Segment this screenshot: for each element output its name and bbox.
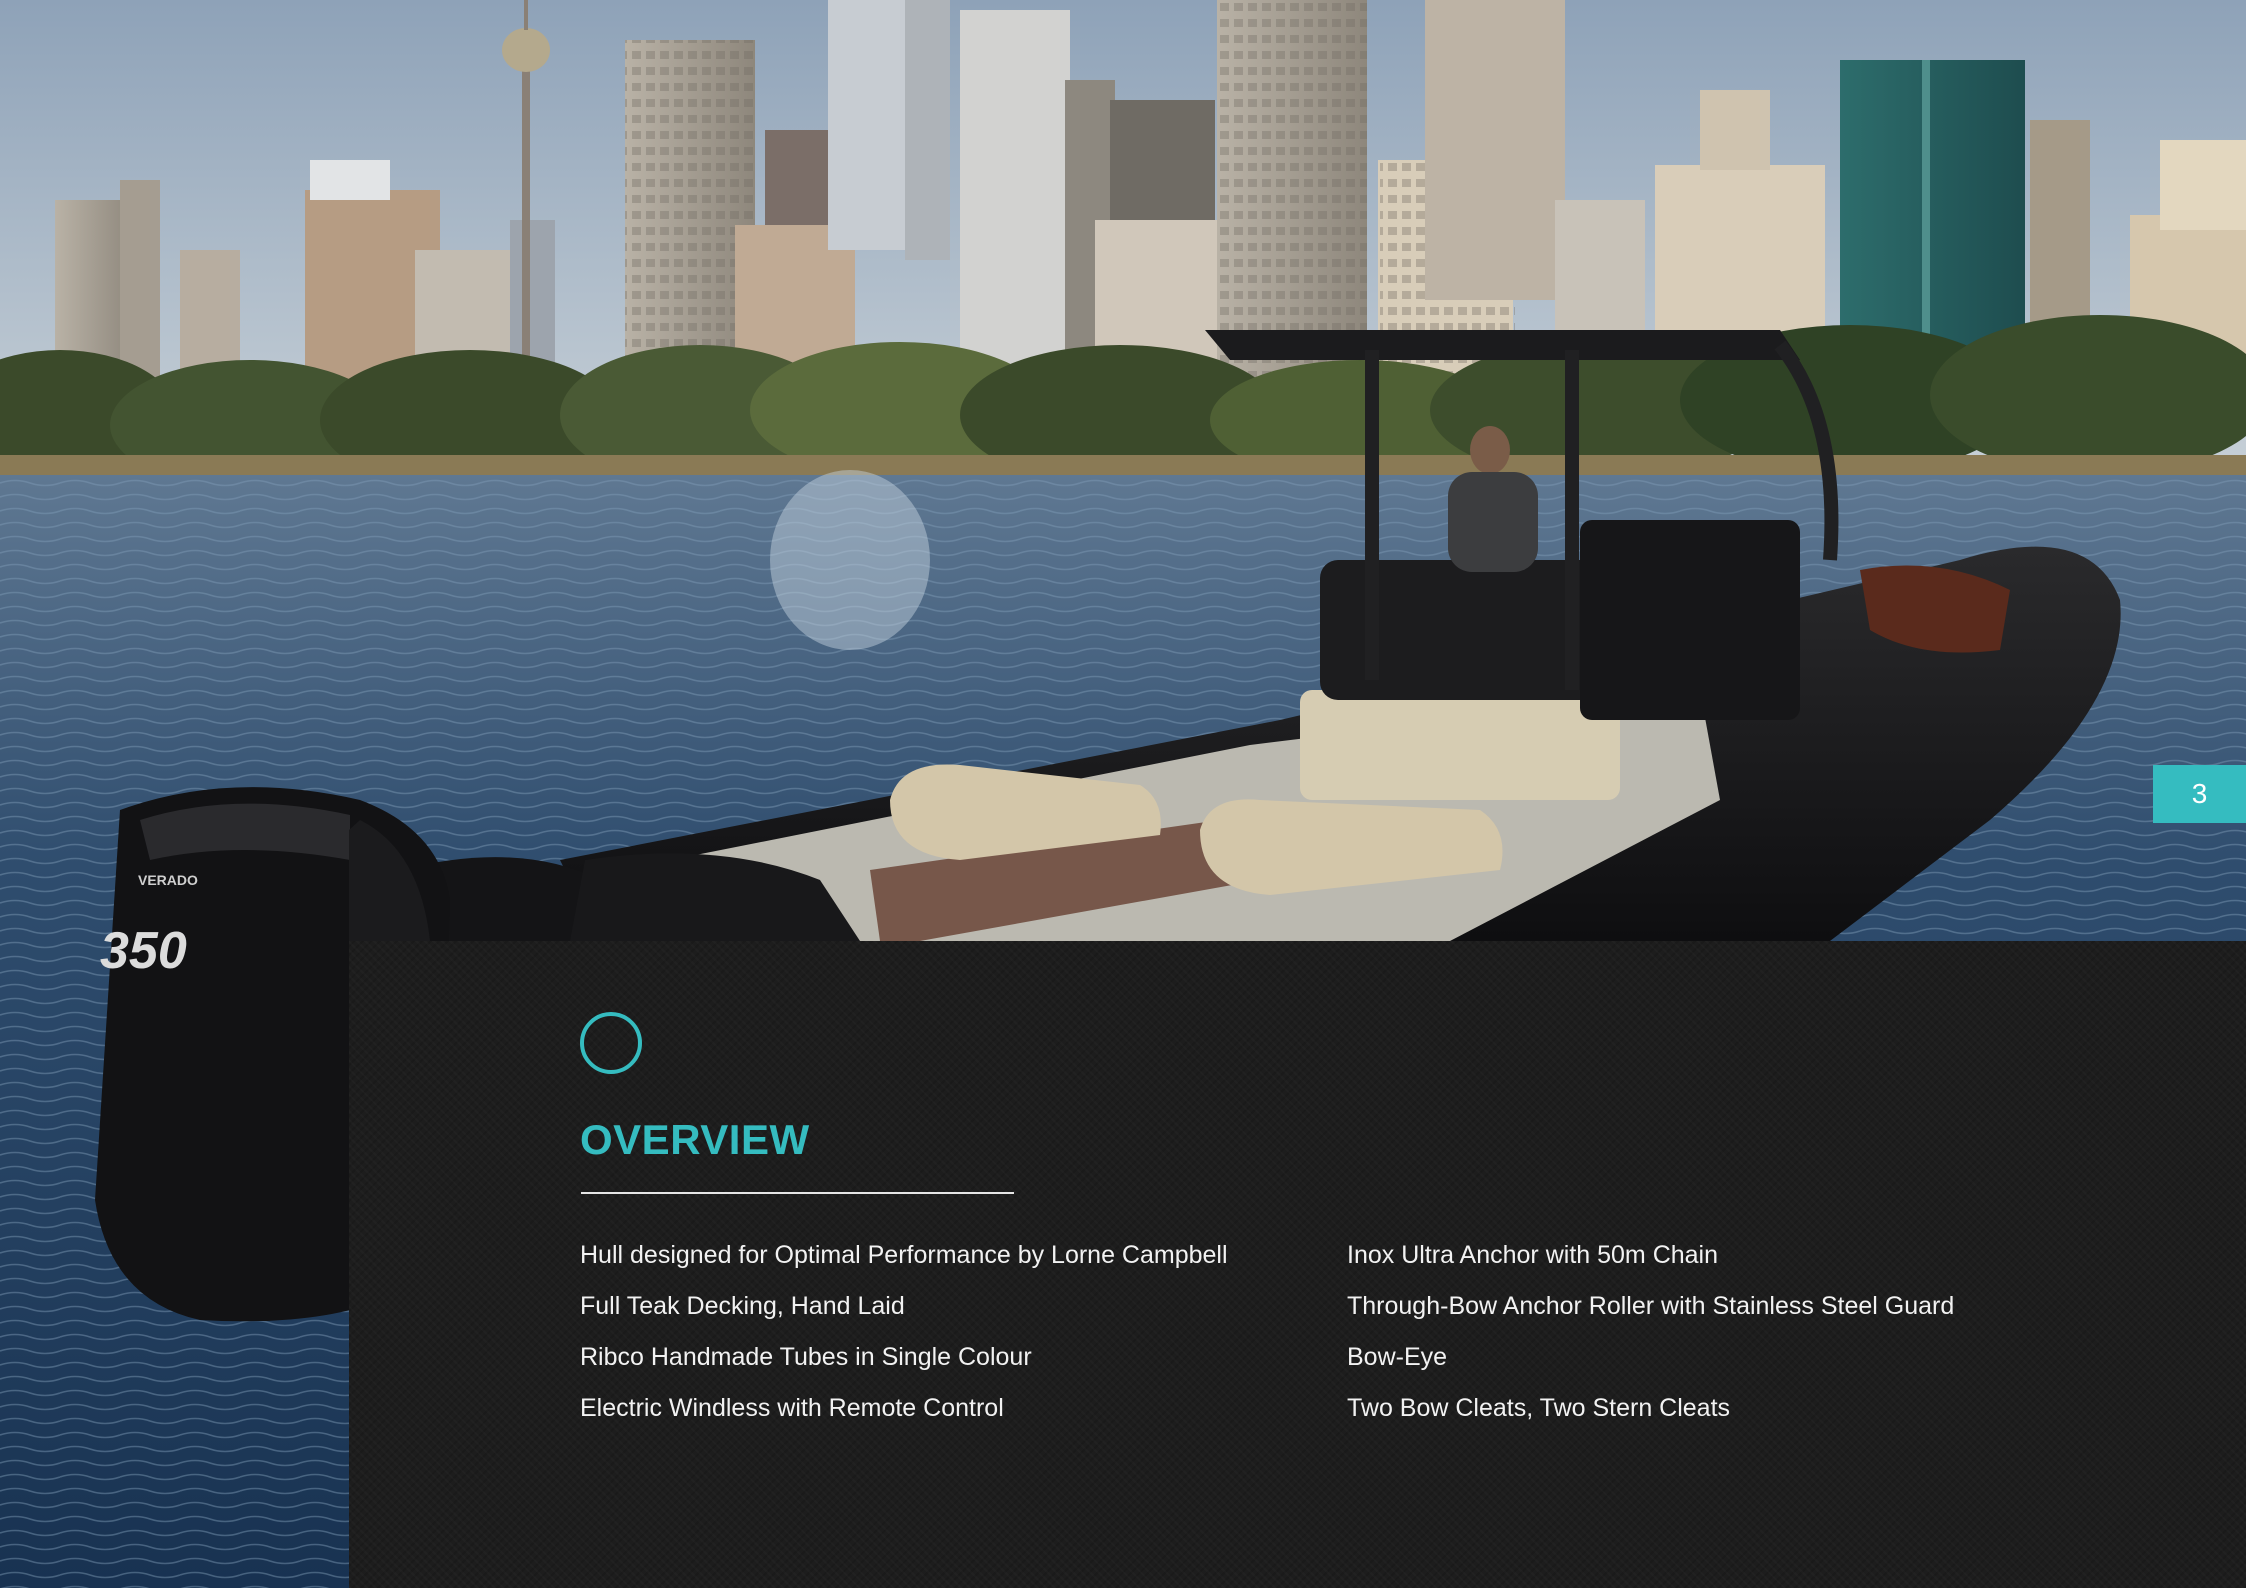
page-number: 3 <box>2191 778 2208 809</box>
section-title: OVERVIEW <box>580 1116 810 1163</box>
title-divider <box>581 1192 1014 1194</box>
page-number-tab: 3 <box>2153 765 2246 823</box>
feature-list-left: Hull designed for Optimal Performance by… <box>580 1230 1228 1434</box>
feature-item: Full Teak Decking, Hand Laid <box>580 1292 905 1320</box>
feature-item: Two Bow Cleats, Two Stern Cleats <box>1347 1394 1731 1422</box>
feature-item: Electric Windless with Remote Control <box>580 1394 1004 1422</box>
feature-item: Ribco Handmade Tubes in Single Colour <box>580 1343 1032 1371</box>
engine-brand: VERADO <box>138 872 198 888</box>
engine-label: 350 <box>100 922 187 980</box>
brochure-page: 350 VERADO 3 OVERVIEW Hull designed for … <box>0 0 2246 1588</box>
ring-icon <box>580 1012 642 1074</box>
feature-list-right: Inox Ultra Anchor with 50m Chain Through… <box>1347 1230 1954 1434</box>
feature-item: Bow-Eye <box>1347 1343 1448 1371</box>
feature-item: Through-Bow Anchor Roller with Stainless… <box>1347 1292 1955 1320</box>
feature-item: Inox Ultra Anchor with 50m Chain <box>1347 1241 1719 1269</box>
feature-item: Hull designed for Optimal Performance by… <box>580 1241 1228 1269</box>
